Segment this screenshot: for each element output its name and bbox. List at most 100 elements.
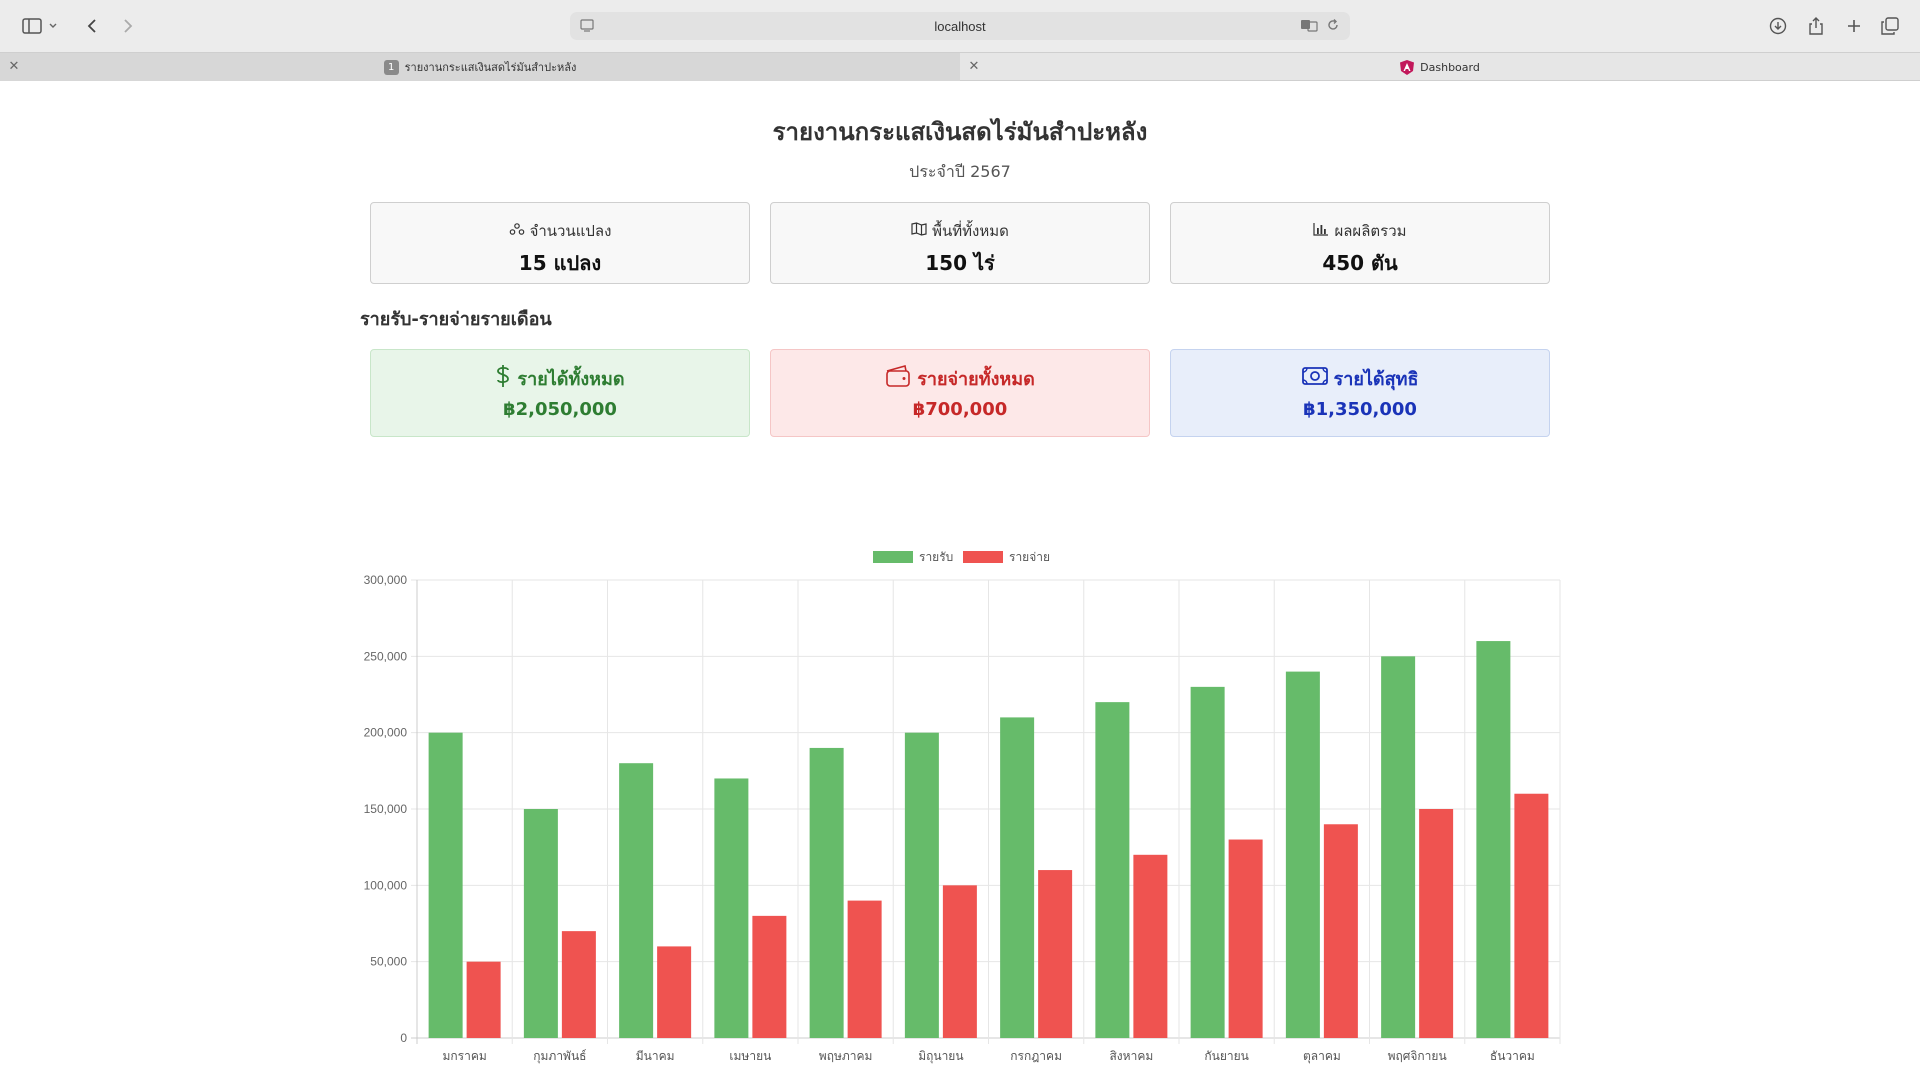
bar-chart-icon bbox=[1313, 222, 1329, 240]
bar-income bbox=[1095, 702, 1130, 1038]
y-tick-label: 200,000 bbox=[364, 726, 408, 740]
bar-income bbox=[1000, 717, 1035, 1038]
x-tick-label: กรกฎาคม bbox=[1010, 1049, 1062, 1063]
x-tick-label: มกราคม bbox=[442, 1049, 486, 1063]
stat-value: 450 ตัน bbox=[1322, 251, 1398, 275]
income-expense-bar-chart: รายรับ รายจ่าย 0 50,000 100,000 150,000 200,0… bbox=[364, 550, 1561, 1064]
x-tick-label: มิถุนายน bbox=[918, 1049, 963, 1064]
cash-icon bbox=[1301, 366, 1328, 391]
legend-swatch-0 bbox=[873, 551, 913, 563]
x-tick-label: กันยายน bbox=[1204, 1049, 1248, 1063]
bar-income bbox=[904, 732, 939, 1038]
x-tick-label: กุมภาพันธ์ bbox=[533, 1049, 586, 1064]
stat-label: พื้นที่ทั้งหมด bbox=[932, 222, 1009, 240]
new-tab-icon[interactable] bbox=[1840, 12, 1868, 40]
wallet-icon bbox=[885, 364, 911, 392]
stat-card-area: พื้นที่ทั้งหมด 150 ไร่ bbox=[770, 202, 1150, 284]
stat-label: จำนวนแปลง bbox=[529, 222, 612, 240]
tab-label: รายงานกระแสเงินสดไร่มันสำปะหลัง bbox=[404, 61, 577, 74]
tab-dashboard[interactable]: ✕ Dashboard bbox=[960, 53, 1920, 81]
bar-expense bbox=[752, 915, 787, 1038]
page-menu-icon[interactable] bbox=[580, 18, 596, 34]
summary-value: ฿1,350,000 bbox=[1303, 399, 1417, 420]
summary-label: รายได้สุทธิ bbox=[1333, 369, 1419, 390]
section-title: รายรับ-รายจ่ายรายเดือน bbox=[360, 309, 552, 330]
x-tick-label: มีนาคม bbox=[636, 1049, 675, 1063]
map-icon bbox=[911, 222, 927, 240]
stat-card-plots: จำนวนแปลง 15 แปลง bbox=[370, 202, 750, 284]
share-icon[interactable] bbox=[1802, 12, 1830, 40]
y-tick-label: 100,000 bbox=[364, 878, 408, 892]
bar-income bbox=[428, 732, 463, 1038]
bar-expense bbox=[1133, 854, 1168, 1038]
x-tick-label: สิงหาคม bbox=[1109, 1049, 1153, 1063]
address-bar[interactable]: localhost bbox=[570, 12, 1350, 40]
bar-income bbox=[714, 778, 749, 1038]
close-tab-icon[interactable]: ✕ bbox=[6, 59, 22, 74]
chart-legend[interactable]: รายรับ รายจ่าย bbox=[873, 550, 1050, 564]
browser-toolbar: localhost bbox=[0, 0, 1920, 52]
bar-expense bbox=[466, 961, 501, 1038]
tab-bar: ✕ 1 รายงานกระแสเงินสดไร่มันสำปะหลัง ✕ Da… bbox=[0, 52, 1920, 81]
bar-expense bbox=[1228, 839, 1263, 1038]
plots-icon bbox=[509, 222, 525, 240]
x-tick-label: พฤศจิกายน bbox=[1388, 1049, 1447, 1063]
bar-expense bbox=[657, 946, 692, 1038]
page-subtitle: ประจำปี 2567 bbox=[909, 162, 1011, 181]
bar-expense bbox=[942, 885, 977, 1038]
stat-value: 15 แปลง bbox=[518, 251, 602, 275]
y-tick-label: 0 bbox=[400, 1031, 407, 1045]
forward-icon[interactable] bbox=[114, 12, 142, 40]
summary-value: ฿2,050,000 bbox=[503, 399, 617, 420]
bar-income bbox=[1381, 656, 1416, 1038]
stat-value: 150 ไร่ bbox=[925, 251, 995, 275]
reload-icon[interactable] bbox=[1326, 18, 1340, 35]
legend-label-0: รายรับ bbox=[919, 550, 953, 564]
y-tick-label: 300,000 bbox=[364, 573, 408, 587]
bar-income bbox=[619, 763, 654, 1038]
sidebar-toggle-icon[interactable] bbox=[18, 12, 46, 40]
bar-income bbox=[1190, 686, 1225, 1038]
close-tab-icon[interactable]: ✕ bbox=[966, 59, 982, 74]
tab-cashflow-report[interactable]: ✕ 1 รายงานกระแสเงินสดไร่มันสำปะหลัง bbox=[0, 53, 960, 81]
chevron-down-icon[interactable] bbox=[46, 12, 60, 40]
translate-icon[interactable] bbox=[1300, 18, 1318, 35]
x-axis-labels: มกราคม กุมภาพันธ์ มีนาคม เมษายน พฤษภาคม มิถุน… bbox=[442, 1049, 1534, 1064]
tab-number-badge: 1 bbox=[383, 59, 399, 75]
bar-expense bbox=[561, 931, 596, 1038]
bar-expense bbox=[1323, 824, 1358, 1038]
bar-income bbox=[1285, 671, 1320, 1038]
x-tick-label: พฤษภาคม bbox=[819, 1049, 873, 1063]
bar-expense bbox=[1514, 793, 1549, 1038]
tab-overview-icon[interactable] bbox=[1876, 12, 1904, 40]
angular-logo-icon bbox=[1400, 59, 1415, 75]
summary-card-expense: รายจ่ายทั้งหมด ฿700,000 bbox=[770, 349, 1150, 437]
y-tick-label: 50,000 bbox=[370, 955, 407, 969]
legend-label-1: รายจ่าย bbox=[1009, 550, 1050, 564]
summary-label: รายจ่ายทั้งหมด bbox=[917, 369, 1035, 390]
bar-expense bbox=[847, 900, 882, 1038]
bar-income bbox=[523, 809, 558, 1038]
download-icon[interactable] bbox=[1764, 12, 1792, 40]
summary-value: ฿700,000 bbox=[912, 399, 1008, 420]
y-tick-label: 150,000 bbox=[364, 802, 408, 816]
stat-card-yield: ผลผลิตรวม 450 ตัน bbox=[1170, 202, 1550, 284]
x-tick-label: ตุลาคม bbox=[1303, 1049, 1341, 1064]
page-content: รายงานกระแสเงินสดไร่มันสำปะหลัง ประจำปี … bbox=[0, 82, 1920, 1080]
dollar-icon bbox=[495, 364, 511, 393]
stat-label: ผลผลิตรวม bbox=[1334, 222, 1407, 240]
y-tick-label: 250,000 bbox=[364, 649, 408, 663]
summary-card-income: รายได้ทั้งหมด ฿2,050,000 bbox=[370, 349, 750, 437]
bar-expense bbox=[1419, 809, 1454, 1038]
summary-label: รายได้ทั้งหมด bbox=[517, 369, 625, 390]
back-icon[interactable] bbox=[78, 12, 106, 40]
x-tick-label: เมษายน bbox=[729, 1049, 771, 1063]
legend-swatch-1 bbox=[963, 551, 1003, 563]
address-text: localhost bbox=[934, 18, 986, 34]
x-tick-label: ธันวาคม bbox=[1490, 1049, 1535, 1063]
bar-income bbox=[1476, 641, 1511, 1038]
bar-expense bbox=[1038, 870, 1073, 1038]
y-axis-labels: 0 50,000 100,000 150,000 200,000 250,000 300,0… bbox=[364, 573, 408, 1045]
tab-label: Dashboard bbox=[1420, 60, 1480, 74]
page-title: รายงานกระแสเงินสดไร่มันสำปะหลัง bbox=[772, 118, 1148, 146]
